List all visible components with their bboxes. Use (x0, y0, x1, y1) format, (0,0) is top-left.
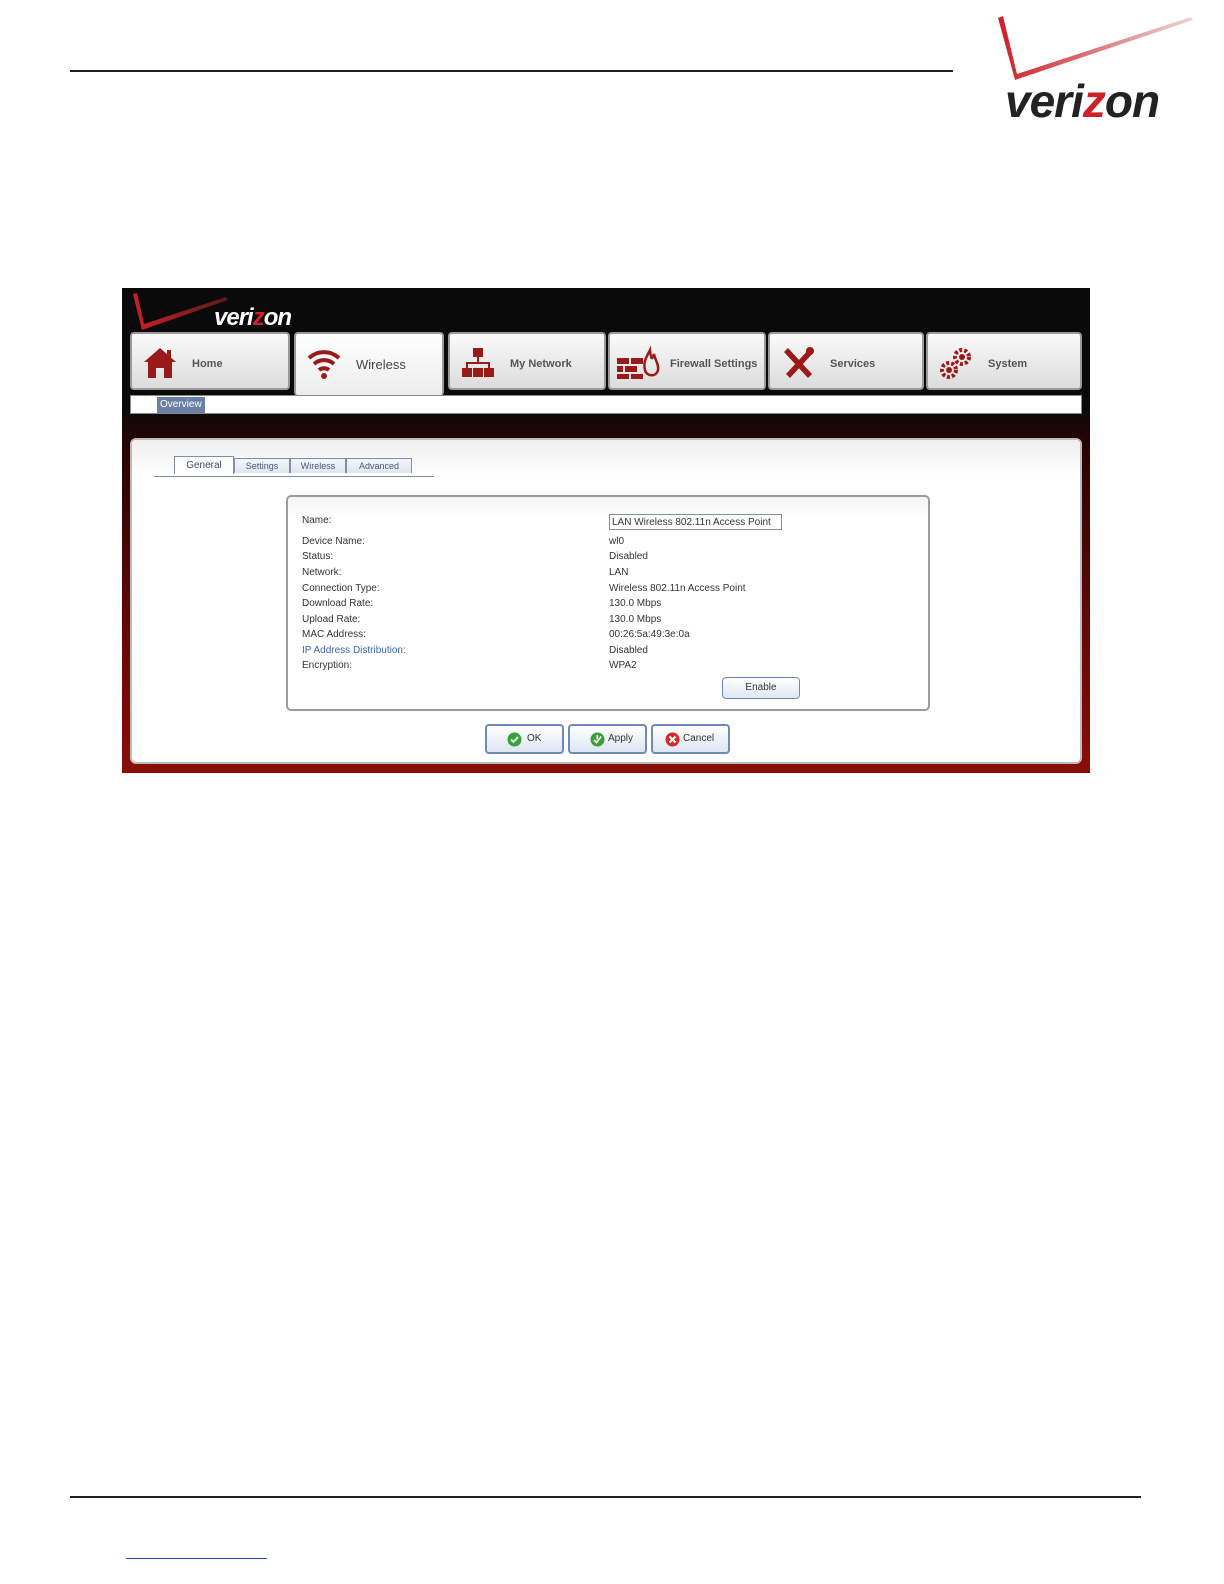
nav-tab-label: My Network (510, 358, 572, 370)
info-row: MAC Address: 00:26:5a:49:3e:0a (302, 628, 902, 642)
info-value: wl0 (609, 536, 625, 547)
info-key: Download Rate: (302, 598, 374, 609)
info-value: Disabled (609, 551, 648, 562)
nav-tab-label: Wireless (356, 357, 406, 372)
info-row: Device Name: wl0 (302, 535, 902, 549)
main-nav: Home Wireless My Network Firewall Settin… (130, 332, 1082, 396)
ok-button-label: OK (527, 733, 542, 744)
name-input[interactable] (609, 514, 782, 530)
nav-tab-services[interactable]: Services (768, 332, 924, 390)
info-row: IP Address Distribution: Disabled (302, 644, 902, 658)
nav-tab-label: Services (830, 358, 876, 370)
cancel-button[interactable]: Cancel (651, 724, 730, 754)
content-panel: General Settings Wireless Advanced Name:… (130, 438, 1082, 764)
enable-button[interactable]: Enable (722, 677, 800, 699)
info-key: Encryption: (302, 660, 353, 671)
wifi-icon (306, 346, 342, 380)
info-value: Disabled (609, 645, 648, 656)
router-ui-screenshot: verizon Home Wireless My Network Firewal… (122, 288, 1090, 773)
footer-link-underline[interactable] (126, 1558, 267, 1559)
nav-tab-label: Home (192, 358, 223, 370)
info-row: Network: LAN (302, 566, 902, 580)
ok-button[interactable]: OK (485, 724, 564, 754)
app-logo: verizon (130, 292, 320, 334)
info-key: Status: (302, 551, 334, 562)
info-value: 130.0 Mbps (609, 598, 662, 609)
firewall-icon (616, 346, 660, 380)
info-key: Network: (302, 567, 342, 578)
app-wordmark: verizon (214, 304, 292, 331)
ip-address-distribution-link[interactable]: IP Address Distribution: (302, 644, 406, 658)
info-row: Upload Rate: 130.0 Mbps (302, 613, 902, 627)
nav-tab-my-network[interactable]: My Network (448, 332, 606, 390)
subnav-overview[interactable]: Overview (157, 397, 205, 413)
tab-wireless[interactable]: Wireless (290, 458, 346, 473)
info-row: Encryption: WPA2 (302, 659, 902, 673)
info-key: Connection Type: (302, 583, 380, 594)
info-row: Download Rate: 130.0 Mbps (302, 597, 902, 611)
verizon-logo: verizon (995, 14, 1195, 129)
nav-tab-system[interactable]: System (926, 332, 1082, 390)
nav-tab-wireless[interactable]: Wireless (294, 332, 444, 396)
info-key: Upload Rate: (302, 614, 361, 625)
apply-button-label: Apply (608, 733, 634, 744)
cancel-button-label: Cancel (683, 733, 715, 744)
info-key: MAC Address: (302, 629, 366, 640)
check-circle-icon (507, 732, 522, 747)
page-header-rule (70, 70, 953, 72)
info-value: LAN (609, 567, 629, 578)
info-key: Name: (302, 515, 332, 526)
info-row-name: Name: (302, 514, 902, 528)
cancel-x-icon (665, 732, 680, 747)
sub-navigation-bar: Overview (130, 395, 1082, 414)
info-value: WPA2 (609, 660, 637, 671)
gears-icon (938, 346, 974, 380)
network-icon (460, 346, 496, 380)
info-row: Connection Type: Wireless 802.11n Access… (302, 582, 902, 596)
info-value: Wireless 802.11n Access Point (609, 583, 746, 594)
tab-advanced[interactable]: Advanced (346, 458, 412, 473)
page-footer-rule (70, 1496, 1141, 1498)
info-key: Device Name: (302, 536, 365, 547)
info-row: Status: Disabled (302, 550, 902, 564)
verizon-wordmark: verizon (1005, 75, 1160, 127)
tools-icon (780, 346, 816, 380)
nav-tab-firewall-settings[interactable]: Firewall Settings (608, 332, 766, 390)
apply-button[interactable]: Apply (568, 724, 647, 754)
nav-tab-label: Firewall Settings (670, 358, 758, 370)
tab-general[interactable]: General (174, 456, 234, 474)
info-value: 130.0 Mbps (609, 614, 662, 625)
home-icon (142, 346, 178, 380)
tab-settings[interactable]: Settings (234, 458, 290, 473)
info-value: 00:26:5a:49:3e:0a (609, 629, 690, 640)
apply-icon (590, 732, 605, 747)
nav-tab-home[interactable]: Home (130, 332, 290, 390)
nav-tab-label: System (988, 358, 1028, 370)
tab-strip-line (154, 476, 434, 477)
device-info-box: Name: Device Name: wl0 Status: Disabled … (286, 495, 930, 711)
